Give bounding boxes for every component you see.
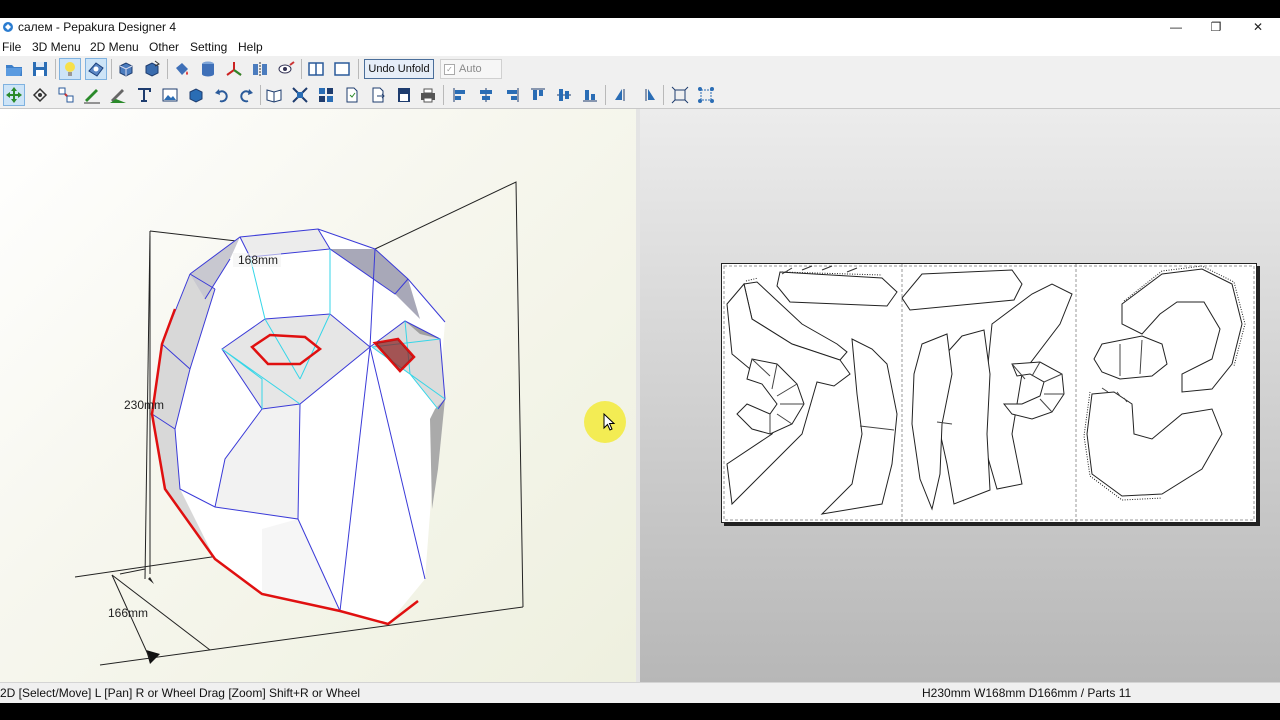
undo-unfold-button[interactable]: Undo Unfold <box>364 59 434 79</box>
align-middle-icon[interactable] <box>554 85 574 105</box>
status-hint-text: 2D [Select/Move] L [Pan] R or Wheel Drag… <box>0 686 361 700</box>
page-icon[interactable] <box>342 85 362 105</box>
edit-flap-icon[interactable] <box>108 85 128 105</box>
view-3d-canvas[interactable]: 168mm 230mm 166mm <box>0 109 636 682</box>
image-icon[interactable] <box>160 85 180 105</box>
toolbar-separator <box>167 59 168 79</box>
height-dimension-label: 230mm <box>124 398 164 412</box>
minimize-button[interactable]: — <box>1156 18 1196 38</box>
axes-icon[interactable] <box>224 59 244 79</box>
menu-setting[interactable]: Setting <box>190 40 227 54</box>
paper-sheet <box>721 263 1257 523</box>
menu-help[interactable]: Help <box>238 40 263 54</box>
mouse-pointer-icon <box>603 413 616 431</box>
toolbar-separator <box>663 85 664 105</box>
distribute-h-icon[interactable] <box>612 85 632 105</box>
open-icon[interactable] <box>4 59 24 79</box>
width-dimension-label: 168mm <box>238 253 278 267</box>
auto-check-icon: ✓ <box>444 64 455 75</box>
close-button[interactable]: ✕ <box>1238 18 1278 38</box>
model-3d: 168mm 230mm 166mm <box>74 181 524 666</box>
lightbulb-icon[interactable] <box>59 58 81 80</box>
app-window: салем - Pepakura Designer 4 — ❐ ✕ File 3… <box>0 18 1280 703</box>
status-model-info: H230mm W168mm D166mm / Parts 11 <box>922 686 1132 700</box>
undo-icon[interactable] <box>212 85 232 105</box>
layout-icon[interactable] <box>316 85 336 105</box>
page-export-icon[interactable] <box>368 85 388 105</box>
window-title: салем - Pepakura Designer 4 <box>18 20 176 34</box>
print-icon[interactable] <box>418 85 438 105</box>
paint-bucket-icon[interactable] <box>172 59 192 79</box>
pepakura-logo-icon <box>2 21 14 33</box>
box-icon[interactable] <box>186 85 206 105</box>
menu-other[interactable]: Other <box>149 40 179 54</box>
toolbar-separator <box>55 59 56 79</box>
maximize-button[interactable]: ❐ <box>1196 18 1236 38</box>
align-top-icon[interactable] <box>528 85 548 105</box>
depth-dimension-label: 166mm <box>108 606 148 620</box>
select-move-icon[interactable] <box>3 84 25 106</box>
distribute-v-icon[interactable] <box>638 85 658 105</box>
cube-flip-icon[interactable] <box>142 59 162 79</box>
toolbar-separator <box>260 85 261 105</box>
redo-icon[interactable] <box>236 85 256 105</box>
book-icon[interactable] <box>264 85 284 105</box>
menu-2d[interactable]: 2D Menu <box>90 40 139 54</box>
align-left-icon[interactable] <box>450 85 470 105</box>
eye-link-icon[interactable] <box>276 59 296 79</box>
save-icon[interactable] <box>30 59 50 79</box>
title-bar: салем - Pepakura Designer 4 — ❐ ✕ <box>0 18 1280 38</box>
split-view-icon[interactable] <box>306 59 326 79</box>
arrange-icon[interactable] <box>290 85 310 105</box>
edit-line-icon[interactable] <box>82 85 102 105</box>
toolbar-separator <box>605 85 606 105</box>
mirror-icon[interactable] <box>250 59 270 79</box>
fit-icon[interactable] <box>670 85 690 105</box>
text-icon[interactable] <box>134 85 154 105</box>
view-2d-canvas[interactable] <box>640 109 1280 682</box>
auto-label: Auto <box>459 63 482 75</box>
faces-icon[interactable] <box>85 58 107 80</box>
menu-bar: File 3D Menu 2D Menu Other Setting Help <box>0 38 1280 57</box>
main-toolbar: Undo Unfold ✓ Auto <box>0 56 1280 82</box>
scatter-icon[interactable] <box>696 85 716 105</box>
auto-checkbox[interactable]: ✓ Auto <box>440 59 502 79</box>
align-center-icon[interactable] <box>476 85 496 105</box>
cube-rotate-icon[interactable] <box>116 59 136 79</box>
join-parts-icon[interactable] <box>56 85 76 105</box>
toolbar-separator <box>358 59 359 79</box>
toolbar-separator <box>301 59 302 79</box>
toolbar-separator <box>443 85 444 105</box>
menu-file[interactable]: File <box>2 40 21 54</box>
cylinder-icon[interactable] <box>198 59 218 79</box>
edit-toolbar <box>0 82 1280 109</box>
unfolded-parts <box>723 264 1255 522</box>
toolbar-separator <box>111 59 112 79</box>
status-bar: 2D [Select/Move] L [Pan] R or Wheel Drag… <box>0 682 1280 703</box>
save-page-icon[interactable] <box>394 85 414 105</box>
rotate-icon[interactable] <box>30 85 50 105</box>
single-view-icon[interactable] <box>332 59 352 79</box>
align-right-icon[interactable] <box>502 85 522 105</box>
menu-3d[interactable]: 3D Menu <box>32 40 81 54</box>
align-bottom-icon[interactable] <box>580 85 600 105</box>
